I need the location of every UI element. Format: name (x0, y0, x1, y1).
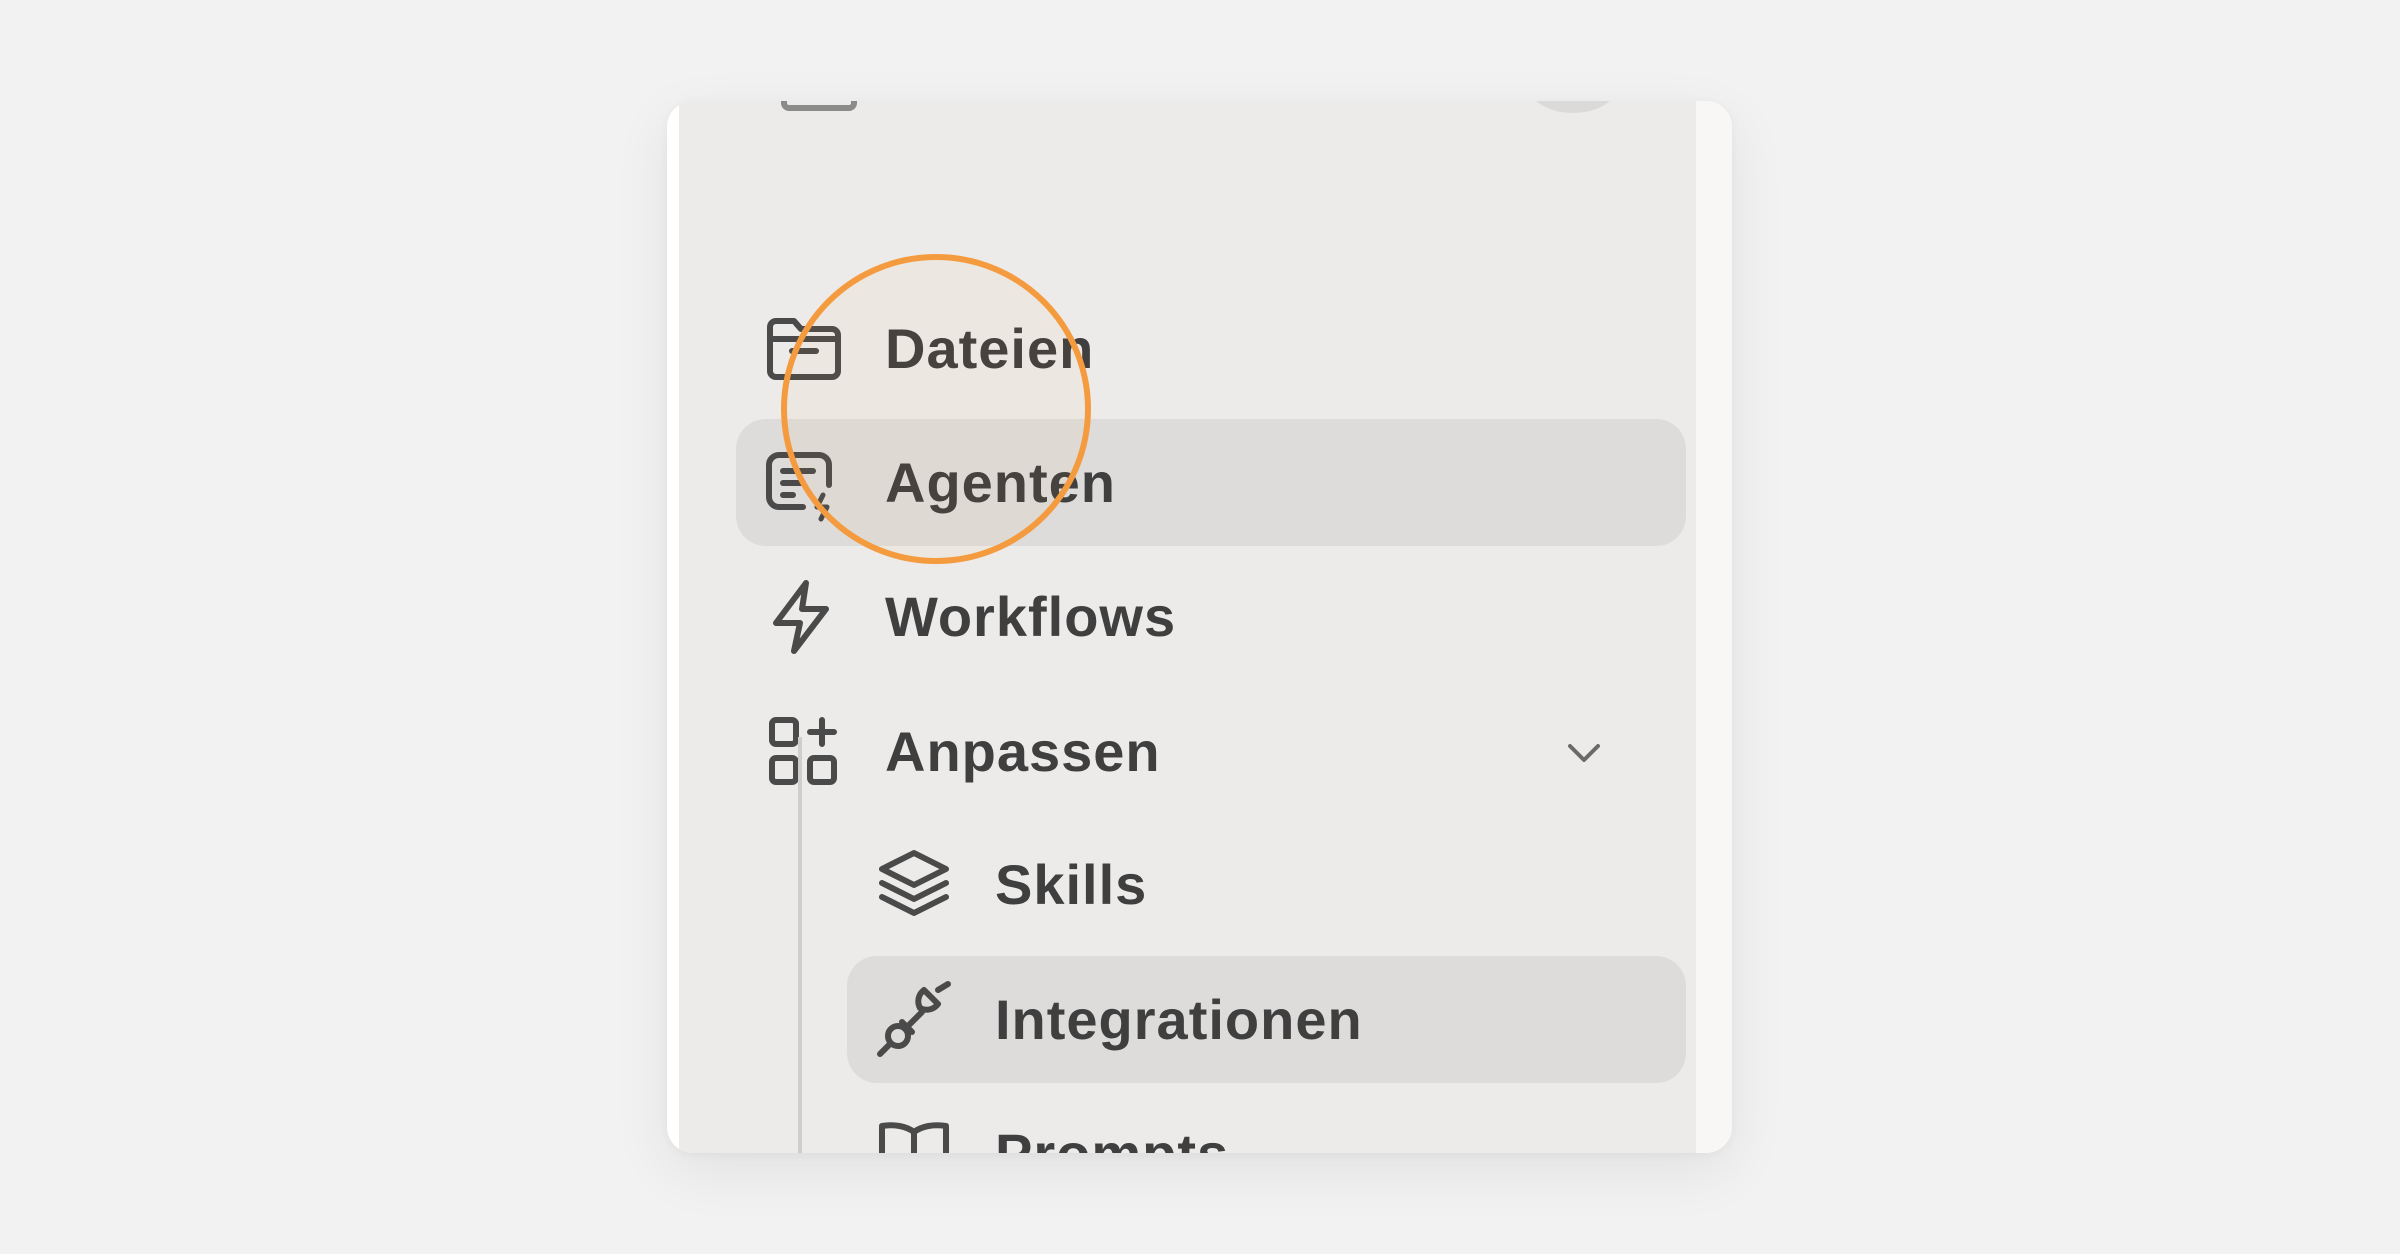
customize-grid-icon (762, 710, 846, 794)
agent-icon (759, 441, 843, 525)
chevron-down-icon[interactable] (1560, 728, 1608, 776)
sidebar-subitem-prompts[interactable]: Prompts (679, 1090, 1696, 1153)
sidebar-item-label: Prompts (995, 1090, 1229, 1153)
layers-icon (872, 843, 956, 927)
active-item-background (736, 419, 1686, 546)
menu-icon[interactable] (781, 101, 857, 111)
folder-icon (762, 307, 846, 391)
avatar[interactable] (1527, 101, 1619, 113)
book-icon (872, 1112, 956, 1153)
sidebar-panel-card: Dateien Agenten Workflows Anpassen Skill… (667, 101, 1732, 1153)
screenshot-stage: Dateien Agenten Workflows Anpassen Skill… (0, 0, 2400, 1254)
sidebar-subitem-integrationen[interactable]: Integrationen (679, 956, 1696, 1083)
sidebar-item-agenten[interactable]: Agenten (679, 419, 1696, 546)
sidebar-item-label: Anpassen (885, 720, 1161, 783)
plug-icon (872, 978, 956, 1062)
content-area-edge (1696, 101, 1732, 1153)
sidebar-nav: Dateien Agenten Workflows Anpassen Skill… (679, 101, 1696, 1153)
sidebar-item-label: Agenten (885, 451, 1116, 514)
sidebar-item-workflows[interactable]: Workflows (679, 553, 1696, 680)
sidebar-item-label: Integrationen (995, 988, 1363, 1051)
lightning-icon (762, 575, 846, 659)
sidebar-item-anpassen[interactable]: Anpassen (679, 688, 1696, 815)
sidebar-item-label: Workflows (885, 585, 1177, 648)
sidebar-item-label: Skills (995, 853, 1148, 916)
sidebar-item-label: Dateien (885, 317, 1095, 380)
sidebar-item-dateien[interactable]: Dateien (679, 285, 1696, 412)
sidebar-subitem-skills[interactable]: Skills (679, 821, 1696, 948)
